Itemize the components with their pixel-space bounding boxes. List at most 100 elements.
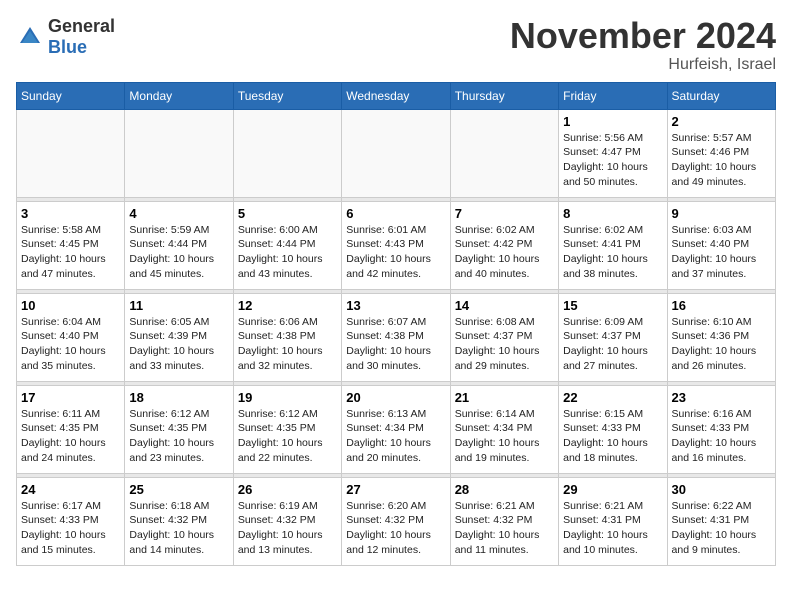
- calendar-cell: 13Sunrise: 6:07 AM Sunset: 4:38 PM Dayli…: [342, 293, 450, 381]
- calendar-cell: 8 Sunrise: 6:02 AM Sunset: 4:41 PM Daylig…: [559, 201, 667, 289]
- day-info: Sunrise: 6:18 AM Sunset: 4:32 PM Dayligh…: [129, 499, 228, 558]
- day-info: Sunrise: 6:22 AM Sunset: 4:31 PM Dayligh…: [672, 499, 771, 558]
- day-info: Sunrise: 6:08 AM Sunset: 4:37 PM Dayligh…: [455, 315, 554, 374]
- day-number: 21: [455, 390, 554, 405]
- calendar-cell: 25 Sunrise: 6:18 AM Sunset: 4:32 PM Dayli…: [125, 477, 233, 565]
- day-number: 4: [129, 206, 228, 221]
- day-info: Sunrise: 6:01 AM Sunset: 4:43 PM Dayligh…: [346, 223, 445, 282]
- calendar-cell: 5 Sunrise: 6:00 AM Sunset: 4:44 PM Daylig…: [233, 201, 341, 289]
- weekday-header-friday: Friday: [559, 82, 667, 109]
- day-info: Sunrise: 6:05 AM Sunset: 4:39 PM Dayligh…: [129, 315, 228, 374]
- day-info: Sunrise: 6:09 AM Sunset: 4:37 PM Dayligh…: [563, 315, 662, 374]
- calendar-cell: [125, 109, 233, 197]
- calendar-table: SundayMondayTuesdayWednesdayThursdayFrid…: [16, 82, 776, 566]
- day-number: 23: [672, 390, 771, 405]
- month-title: November 2024: [510, 16, 776, 56]
- calendar-week-row: 1 Sunrise: 5:56 AM Sunset: 4:47 PM Daylig…: [17, 109, 776, 197]
- weekday-header-thursday: Thursday: [450, 82, 558, 109]
- calendar-cell: [450, 109, 558, 197]
- page-header: General Blue November 2024 Hurfeish, Isr…: [16, 16, 776, 74]
- calendar-cell: 1 Sunrise: 5:56 AM Sunset: 4:47 PM Daylig…: [559, 109, 667, 197]
- title-block: November 2024 Hurfeish, Israel: [510, 16, 776, 74]
- calendar-cell: [342, 109, 450, 197]
- day-number: 25: [129, 482, 228, 497]
- day-info: Sunrise: 6:07 AM Sunset: 4:38 PM Dayligh…: [346, 315, 445, 374]
- calendar-cell: 21 Sunrise: 6:14 AM Sunset: 4:34 PM Dayli…: [450, 385, 558, 473]
- day-info: Sunrise: 6:14 AM Sunset: 4:34 PM Dayligh…: [455, 407, 554, 466]
- day-number: 5: [238, 206, 337, 221]
- calendar-cell: 29 Sunrise: 6:21 AM Sunset: 4:31 PM Dayli…: [559, 477, 667, 565]
- day-number: 9: [672, 206, 771, 221]
- day-number: 19: [238, 390, 337, 405]
- day-info: Sunrise: 6:21 AM Sunset: 4:32 PM Dayligh…: [455, 499, 554, 558]
- calendar-cell: [233, 109, 341, 197]
- calendar-cell: 18Sunrise: 6:12 AM Sunset: 4:35 PM Dayli…: [125, 385, 233, 473]
- weekday-header-sunday: Sunday: [17, 82, 125, 109]
- weekday-header-saturday: Saturday: [667, 82, 775, 109]
- day-number: 29: [563, 482, 662, 497]
- logo-blue-text: Blue: [48, 37, 87, 57]
- calendar-cell: [17, 109, 125, 197]
- logo-icon: [16, 23, 44, 51]
- day-info: Sunrise: 6:00 AM Sunset: 4:44 PM Dayligh…: [238, 223, 337, 282]
- day-info: Sunrise: 6:19 AM Sunset: 4:32 PM Dayligh…: [238, 499, 337, 558]
- day-number: 8: [563, 206, 662, 221]
- day-number: 2: [672, 114, 771, 129]
- location-title: Hurfeish, Israel: [510, 56, 776, 74]
- calendar-week-row: 24 Sunrise: 6:17 AM Sunset: 4:33 PM Dayli…: [17, 477, 776, 565]
- day-number: 26: [238, 482, 337, 497]
- day-number: 14: [455, 298, 554, 313]
- day-info: Sunrise: 5:57 AM Sunset: 4:46 PM Dayligh…: [672, 131, 771, 190]
- logo-general-text: General: [48, 16, 115, 36]
- logo: General Blue: [16, 16, 115, 58]
- day-info: Sunrise: 6:02 AM Sunset: 4:41 PM Dayligh…: [563, 223, 662, 282]
- day-number: 30: [672, 482, 771, 497]
- day-number: 3: [21, 206, 120, 221]
- day-info: Sunrise: 6:16 AM Sunset: 4:33 PM Dayligh…: [672, 407, 771, 466]
- day-info: Sunrise: 6:12 AM Sunset: 4:35 PM Dayligh…: [129, 407, 228, 466]
- day-info: Sunrise: 6:10 AM Sunset: 4:36 PM Dayligh…: [672, 315, 771, 374]
- calendar-cell: 4Sunrise: 5:59 AM Sunset: 4:44 PM Daylig…: [125, 201, 233, 289]
- day-number: 17: [21, 390, 120, 405]
- calendar-cell: 24 Sunrise: 6:17 AM Sunset: 4:33 PM Dayli…: [17, 477, 125, 565]
- calendar-cell: 7 Sunrise: 6:02 AM Sunset: 4:42 PM Daylig…: [450, 201, 558, 289]
- day-number: 28: [455, 482, 554, 497]
- calendar-week-row: 3 Sunrise: 5:58 AM Sunset: 4:45 PM Daylig…: [17, 201, 776, 289]
- calendar-cell: 9 Sunrise: 6:03 AM Sunset: 4:40 PM Daylig…: [667, 201, 775, 289]
- weekday-header-row: SundayMondayTuesdayWednesdayThursdayFrid…: [17, 82, 776, 109]
- day-info: Sunrise: 6:02 AM Sunset: 4:42 PM Dayligh…: [455, 223, 554, 282]
- calendar-cell: 15 Sunrise: 6:09 AM Sunset: 4:37 PM Dayli…: [559, 293, 667, 381]
- calendar-cell: 20Sunrise: 6:13 AM Sunset: 4:34 PM Dayli…: [342, 385, 450, 473]
- calendar-cell: 3 Sunrise: 5:58 AM Sunset: 4:45 PM Daylig…: [17, 201, 125, 289]
- day-number: 7: [455, 206, 554, 221]
- day-info: Sunrise: 6:03 AM Sunset: 4:40 PM Dayligh…: [672, 223, 771, 282]
- calendar-cell: 14 Sunrise: 6:08 AM Sunset: 4:37 PM Dayli…: [450, 293, 558, 381]
- day-info: Sunrise: 6:04 AM Sunset: 4:40 PM Dayligh…: [21, 315, 120, 374]
- day-number: 15: [563, 298, 662, 313]
- calendar-cell: 22Sunrise: 6:15 AM Sunset: 4:33 PM Dayli…: [559, 385, 667, 473]
- day-info: Sunrise: 6:20 AM Sunset: 4:32 PM Dayligh…: [346, 499, 445, 558]
- day-info: Sunrise: 5:56 AM Sunset: 4:47 PM Dayligh…: [563, 131, 662, 190]
- day-number: 1: [563, 114, 662, 129]
- day-number: 16: [672, 298, 771, 313]
- calendar-cell: 19 Sunrise: 6:12 AM Sunset: 4:35 PM Dayli…: [233, 385, 341, 473]
- day-info: Sunrise: 6:12 AM Sunset: 4:35 PM Dayligh…: [238, 407, 337, 466]
- calendar-cell: 28 Sunrise: 6:21 AM Sunset: 4:32 PM Dayli…: [450, 477, 558, 565]
- calendar-cell: 16 Sunrise: 6:10 AM Sunset: 4:36 PM Dayli…: [667, 293, 775, 381]
- weekday-header-monday: Monday: [125, 82, 233, 109]
- day-number: 22: [563, 390, 662, 405]
- day-info: Sunrise: 6:21 AM Sunset: 4:31 PM Dayligh…: [563, 499, 662, 558]
- day-info: Sunrise: 6:11 AM Sunset: 4:35 PM Dayligh…: [21, 407, 120, 466]
- calendar-cell: 30 Sunrise: 6:22 AM Sunset: 4:31 PM Dayli…: [667, 477, 775, 565]
- day-number: 24: [21, 482, 120, 497]
- day-number: 27: [346, 482, 445, 497]
- calendar-cell: 10Sunrise: 6:04 AM Sunset: 4:40 PM Dayli…: [17, 293, 125, 381]
- calendar-cell: 2 Sunrise: 5:57 AM Sunset: 4:46 PM Daylig…: [667, 109, 775, 197]
- day-info: Sunrise: 6:17 AM Sunset: 4:33 PM Dayligh…: [21, 499, 120, 558]
- calendar-cell: 23 Sunrise: 6:16 AM Sunset: 4:33 PM Dayli…: [667, 385, 775, 473]
- day-info: Sunrise: 6:13 AM Sunset: 4:34 PM Dayligh…: [346, 407, 445, 466]
- weekday-header-wednesday: Wednesday: [342, 82, 450, 109]
- day-info: Sunrise: 5:58 AM Sunset: 4:45 PM Dayligh…: [21, 223, 120, 282]
- calendar-cell: 6Sunrise: 6:01 AM Sunset: 4:43 PM Daylig…: [342, 201, 450, 289]
- day-info: Sunrise: 6:06 AM Sunset: 4:38 PM Dayligh…: [238, 315, 337, 374]
